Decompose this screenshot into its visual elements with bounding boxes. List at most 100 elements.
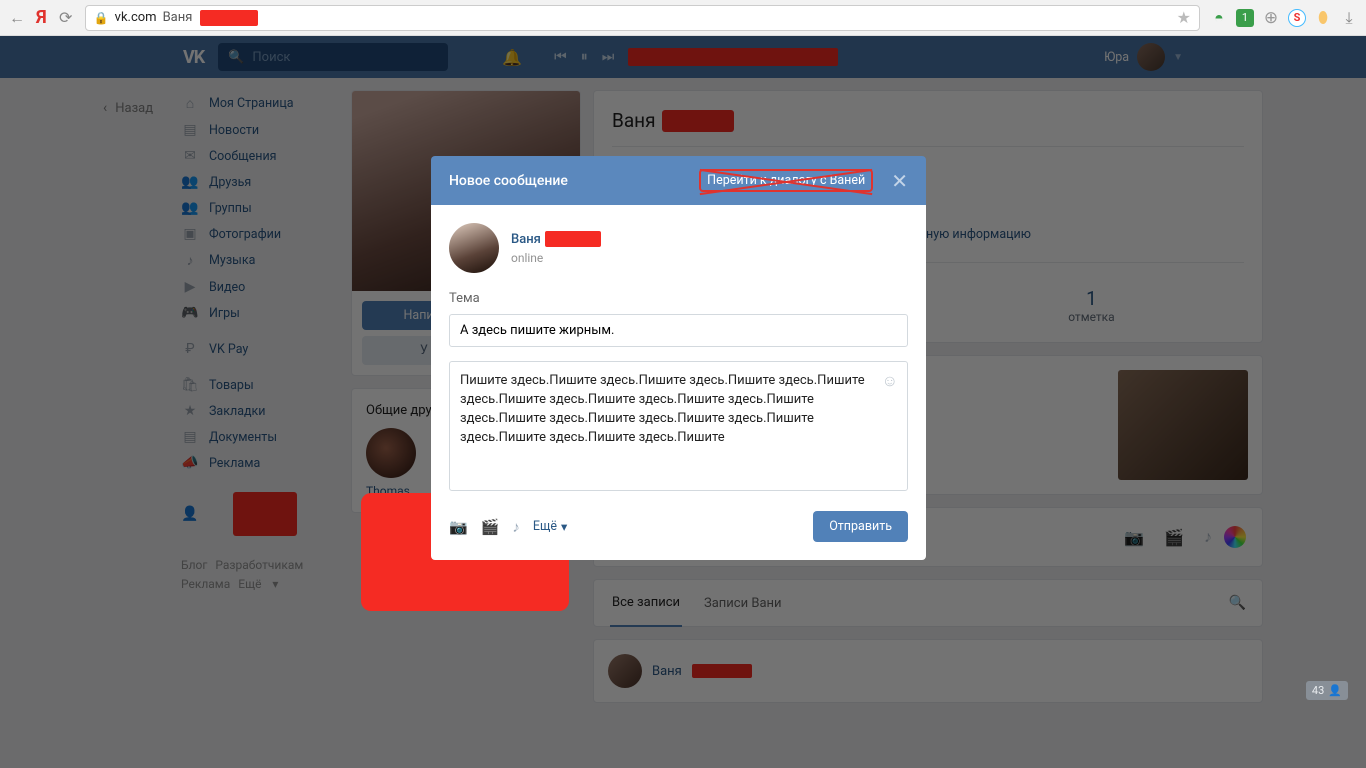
more-attach-link[interactable]: Ещё▾ <box>533 519 567 535</box>
notifications-icon[interactable]: 🔔 <box>502 48 522 67</box>
video-icon[interactable]: 🎬 <box>1164 528 1184 547</box>
avatar <box>1137 43 1165 71</box>
post-author[interactable]: Ваня <box>652 664 682 679</box>
subject-input[interactable] <box>449 314 908 347</box>
redacted-block <box>692 664 752 678</box>
top-username: Юра <box>1104 50 1129 65</box>
search-icon[interactable]: 🔍 <box>1229 595 1246 611</box>
nav-photos[interactable]: ▣Фотографии <box>175 221 339 247</box>
modal-header: Новое сообщение Перейти к диалогу с Ване… <box>431 156 926 205</box>
redacted-block <box>200 10 258 26</box>
recipient-name[interactable]: Ваня <box>511 231 601 247</box>
nav-friends[interactable]: 👥Друзья <box>175 169 339 195</box>
nav-bookmarks[interactable]: ★Закладки <box>175 398 339 424</box>
footer-devs[interactable]: Разработчикам <box>215 558 303 572</box>
nav-messages[interactable]: ✉Сообщения <box>175 143 339 169</box>
footer-more[interactable]: Ещё ▾ <box>238 577 286 591</box>
chevron-down-icon: ▾ <box>561 519 567 535</box>
next-track-icon[interactable]: ⏭ <box>602 49 615 65</box>
chat-counter-badge[interactable]: 43 👤 <box>1306 681 1348 700</box>
s-ext-icon[interactable]: S <box>1288 9 1306 27</box>
url-host: vk.com <box>115 10 157 25</box>
downloads-icon[interactable]: ⤓ <box>1340 9 1358 27</box>
music-icon[interactable]: ♪ <box>1204 527 1212 547</box>
wall-tabs: Все записи Записи Вани 🔍 <box>593 579 1263 627</box>
groups-icon: 👥 <box>181 200 199 216</box>
pause-icon[interactable]: ⏸ <box>581 49 588 65</box>
prev-track-icon[interactable]: ⏮ <box>554 49 567 65</box>
yandex-logo-icon[interactable]: Я <box>36 7 47 28</box>
search-input[interactable] <box>252 50 438 65</box>
nav-goods[interactable]: 🛍Товары <box>175 372 339 398</box>
nav-news[interactable]: ▤Новости <box>175 117 339 143</box>
chevron-down-icon: ▼ <box>1173 52 1183 63</box>
nav-vkpay[interactable]: ₽VK Pay <box>175 336 339 362</box>
stat-tags[interactable]: 1 отметка <box>1068 287 1114 324</box>
globe-ext-icon[interactable]: ⊕ <box>1262 9 1280 27</box>
nav-videos[interactable]: ▶Видео <box>175 274 339 300</box>
close-icon[interactable]: ✕ <box>891 171 908 191</box>
nav-my-page[interactable]: ⌂Моя Страница <box>175 90 339 117</box>
emoji-icon[interactable]: ☺ <box>882 371 898 391</box>
footer-ads[interactable]: Реклама <box>181 577 230 591</box>
reload-icon[interactable]: ⟳ <box>57 8 75 27</box>
chevron-down-icon: ▾ <box>272 577 278 591</box>
audio-player: ⏮ ⏸ ⏭ <box>554 48 838 66</box>
nav-ads[interactable]: 📣Реклама <box>175 450 339 476</box>
vk-header: VK 🔍 🔔 ⏮ ⏸ ⏭ Юра ▼ <box>0 36 1366 78</box>
recipient-row: Ваня online <box>449 223 908 273</box>
search-box[interactable]: 🔍 <box>218 43 448 71</box>
address-bar[interactable]: 🔒 vk.com Ваня ★ <box>85 5 1200 31</box>
nav-docs[interactable]: ▤Документы <box>175 424 339 450</box>
footer-links: Блог Разработчикам Реклама Ещё ▾ <box>175 542 339 608</box>
redacted-block <box>662 110 734 132</box>
vk-logo[interactable]: VK <box>183 47 204 68</box>
shield-ext-icon[interactable]: ◓ <box>1210 9 1228 27</box>
avatar <box>366 428 416 478</box>
video-icon[interactable]: 🎬 <box>481 518 500 536</box>
chevron-left-icon: ‹ <box>103 100 107 116</box>
rainbow-icon[interactable] <box>1224 526 1246 548</box>
camera-icon[interactable]: 📷 <box>1124 528 1144 547</box>
music-icon[interactable]: ♪ <box>512 518 520 536</box>
video-icon: ▶ <box>181 279 199 295</box>
back-browser-icon[interactable]: ← <box>8 8 26 28</box>
goto-dialog-link[interactable]: Перейти к диалогу с Ваней <box>699 169 873 192</box>
home-icon: ⌂ <box>181 95 199 112</box>
footer-blog[interactable]: Блог <box>181 558 207 572</box>
send-button[interactable]: Отправить <box>813 511 908 542</box>
extension-icons: ◓ 1 ⊕ S ⬮ ⤓ <box>1210 9 1358 27</box>
bookmark-star-icon[interactable]: ★ <box>1177 8 1191 27</box>
redacted-block <box>628 48 838 66</box>
games-icon: 🎮 <box>181 305 199 321</box>
star-icon: ★ <box>181 403 199 419</box>
nav-games[interactable]: 🎮Игры <box>175 300 339 326</box>
sidebar-nav: ⌂Моя Страница ▤Новости ✉Сообщения 👥Друзь… <box>175 78 339 703</box>
subject-label: Тема <box>449 291 908 306</box>
docs-icon: ▤ <box>181 429 199 445</box>
egg-ext-icon[interactable]: ⬮ <box>1314 9 1332 27</box>
user-icon: 👤 <box>181 506 199 522</box>
nav-groups[interactable]: 👥Группы <box>175 195 339 221</box>
user-icon: 👤 <box>1328 684 1342 697</box>
nav-music[interactable]: ♪Музыка <box>175 247 339 274</box>
browser-toolbar: ← Я ⟳ 🔒 vk.com Ваня ★ ◓ 1 ⊕ S ⬮ ⤓ <box>0 0 1366 36</box>
url-title: Ваня <box>163 10 193 25</box>
avatar[interactable] <box>449 223 499 273</box>
user-menu[interactable]: Юра ▼ <box>1104 43 1183 71</box>
tab-all-posts[interactable]: Все записи <box>610 580 682 627</box>
news-icon: ▤ <box>181 122 199 138</box>
bag-icon: 🛍 <box>181 377 199 393</box>
friends-icon: 👥 <box>181 174 199 190</box>
tab-user-posts[interactable]: Записи Вани <box>702 581 784 626</box>
avatar[interactable] <box>608 654 642 688</box>
megaphone-icon: 📣 <box>181 455 199 471</box>
photo-thumb[interactable] <box>1118 370 1248 480</box>
new-message-modal: Новое сообщение Перейти к диалогу с Ване… <box>431 156 926 560</box>
redacted-block <box>233 492 297 536</box>
camera-icon[interactable]: 📷 <box>449 518 468 536</box>
message-textarea[interactable] <box>449 361 908 491</box>
download-ext-icon[interactable]: 1 <box>1236 9 1254 27</box>
messages-icon: ✉ <box>181 148 199 164</box>
back-link[interactable]: ‹ Назад <box>103 100 163 116</box>
